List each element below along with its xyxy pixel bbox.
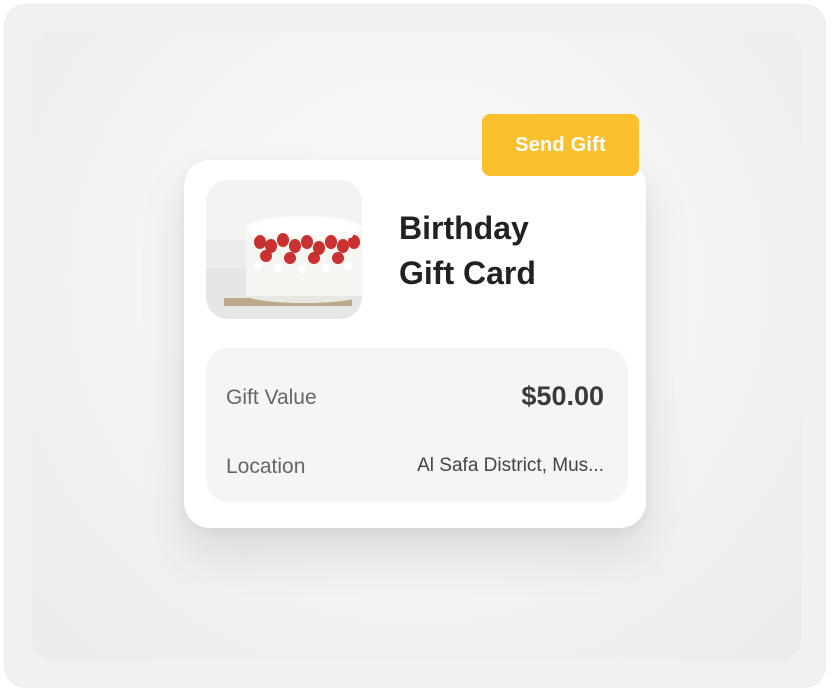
location-label: Location — [226, 455, 306, 478]
location-value: Al Safa District, Mus... — [417, 455, 604, 476]
cake-image — [206, 180, 362, 319]
send-gift-button[interactable]: Send Gift — [482, 114, 639, 176]
gift-value-amount: $50.00 — [521, 381, 604, 411]
gift-details-panel: Gift Value $50.00 Location Al Safa Distr… — [206, 348, 628, 502]
card-title: Birthday Gift Card — [399, 206, 619, 296]
gift-card: Birthday Gift Card Gift Value $50.00 Loc… — [184, 160, 646, 528]
cake-illustration — [206, 180, 362, 319]
card-title-line2: Gift Card — [399, 255, 536, 291]
card-title-line1: Birthday — [399, 210, 529, 246]
gift-value-label: Gift Value — [226, 386, 317, 409]
